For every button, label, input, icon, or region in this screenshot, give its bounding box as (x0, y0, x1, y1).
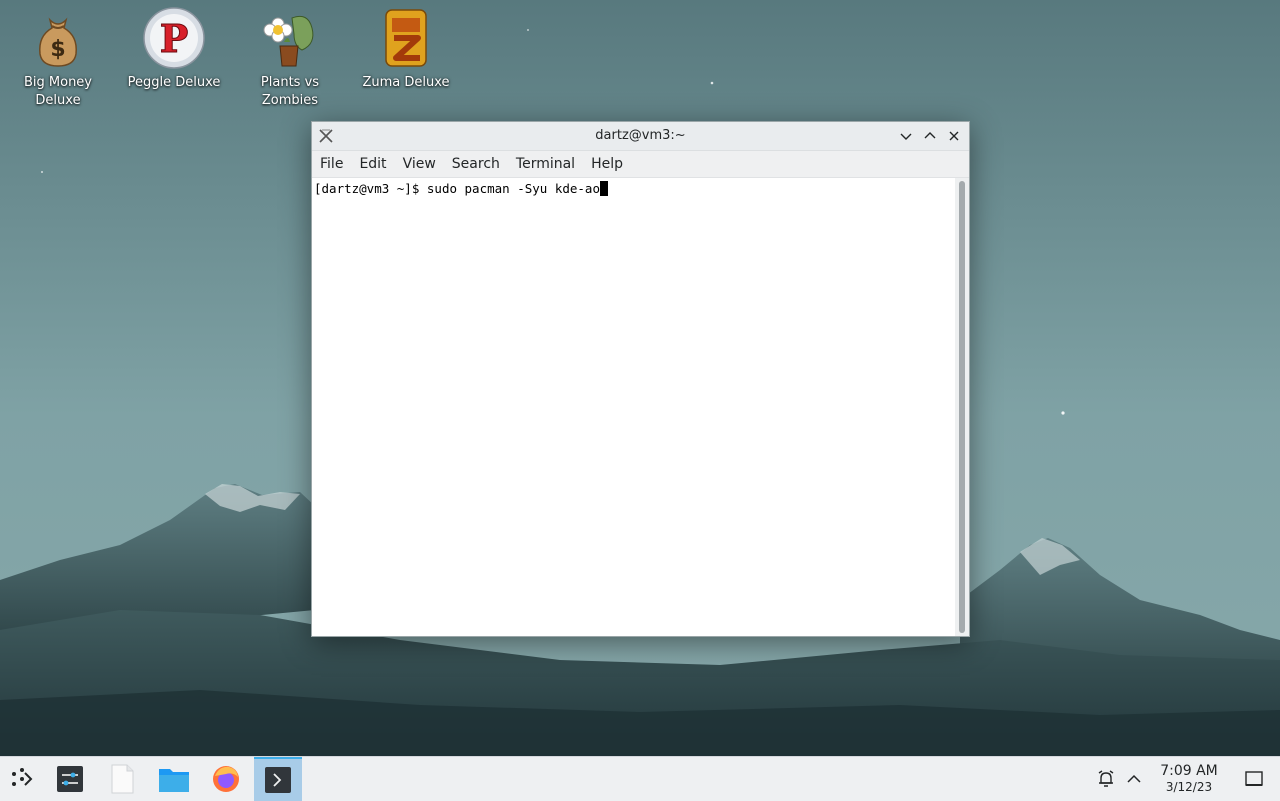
text-cursor (599, 181, 608, 196)
desktop-icon-label: Zuma Deluxe (362, 75, 450, 90)
desktop-icon-peggle[interactable]: P Peggle Deluxe (119, 6, 229, 92)
menu-bar: File Edit View Search Terminal Help (312, 151, 969, 178)
svg-text:$: $ (50, 37, 65, 62)
clock-date: 3/12/23 (1165, 780, 1213, 794)
taskbar-file-manager[interactable] (154, 757, 194, 801)
clock-time: 7:09 AM (1160, 763, 1218, 779)
chevron-up-icon (1127, 774, 1141, 783)
app-launcher-button[interactable] (2, 757, 42, 801)
taskbar: 7:09 AM 3/12/23 (0, 756, 1280, 801)
plants-vs-zombies-icon (258, 6, 322, 70)
desktop-icon-zuma[interactable]: Zuma Deluxe (351, 6, 461, 92)
terminal-window[interactable]: dartz@vm3:~ File Edit View Search Termin… (311, 121, 970, 637)
system-settings-icon (57, 766, 83, 792)
zuma-icon (374, 6, 438, 70)
firefox-icon (213, 766, 239, 792)
scrollbar-thumb[interactable] (959, 181, 965, 633)
app-launcher-icon (12, 768, 33, 786)
digital-clock[interactable]: 7:09 AM 3/12/23 (1150, 763, 1228, 794)
taskbar-firefox[interactable] (206, 757, 246, 801)
window-title: dartz@vm3:~ (595, 128, 686, 143)
terminal-prompt: [dartz@vm3 ~]$ (314, 181, 427, 196)
menu-terminal[interactable]: Terminal (508, 151, 583, 177)
terminal-command: sudo pacman -Syu kde-ao (426, 181, 600, 196)
show-desktop-button[interactable] (1234, 757, 1274, 801)
menu-search[interactable]: Search (444, 151, 508, 177)
text-file-icon (111, 764, 134, 794)
chevron-down-icon (900, 133, 912, 140)
svg-text:P: P (160, 16, 189, 61)
bell-alarm-icon (1098, 770, 1114, 787)
close-icon (949, 131, 959, 141)
desktop-icon-big-money[interactable]: $ Big Money Deluxe (3, 6, 113, 110)
maximize-button[interactable] (920, 126, 940, 146)
desktop-icon-label: Plants vs Zombies (260, 75, 320, 108)
menu-edit[interactable]: Edit (351, 151, 394, 177)
dolphin-folder-icon (159, 769, 189, 792)
desktop-icon-plants-vs-zombies[interactable]: Plants vs Zombies (235, 6, 345, 110)
menu-view[interactable]: View (395, 151, 444, 177)
show-desktop-icon (1245, 771, 1263, 786)
money-bag-icon: $ (26, 6, 90, 70)
desktop-icon-label: Peggle Deluxe (127, 75, 221, 90)
terminal-scrollbar[interactable] (955, 178, 969, 636)
peggle-icon: P (142, 6, 206, 70)
taskbar-terminal[interactable] (254, 757, 302, 801)
desktop-icon-label: Big Money Deluxe (23, 75, 92, 108)
terminal-icon (265, 767, 291, 793)
system-tray-expand[interactable] (1114, 757, 1154, 801)
menu-help[interactable]: Help (583, 151, 631, 177)
terminal-output[interactable]: [dartz@vm3 ~]$ sudo pacman -Syu kde-ao (312, 178, 955, 636)
menu-file[interactable]: File (312, 151, 351, 177)
taskbar-text-file[interactable] (102, 757, 142, 801)
window-titlebar[interactable]: dartz@vm3:~ (312, 122, 969, 151)
close-button[interactable] (944, 126, 964, 146)
taskbar-system-settings[interactable] (50, 757, 90, 801)
minimize-button[interactable] (896, 126, 916, 146)
chevron-up-icon (924, 132, 936, 139)
